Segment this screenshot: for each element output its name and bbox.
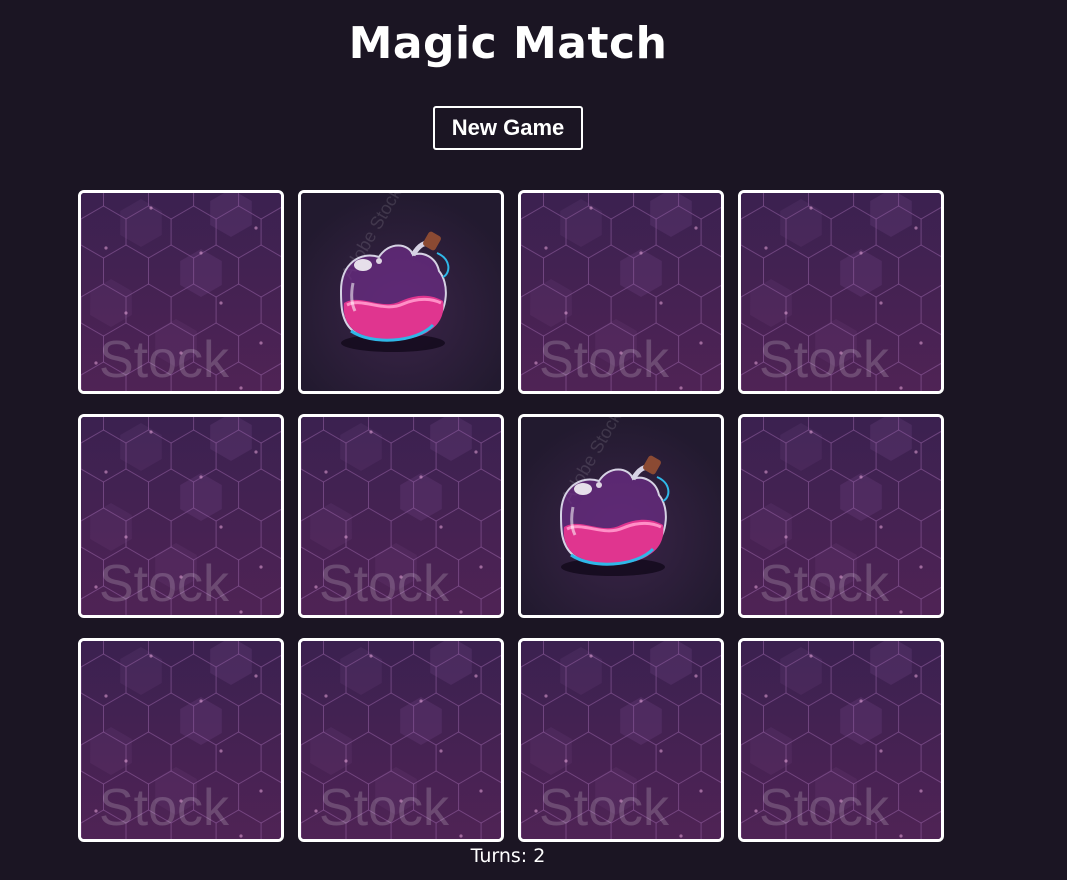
card-back-art: Stock xyxy=(81,193,281,391)
card-grid: Stock Adobe Stock Stock Stock Stock Stock Adob… xyxy=(78,190,944,842)
card-face-down[interactable]: Stock xyxy=(298,414,504,618)
card-face-down[interactable]: Stock xyxy=(738,638,944,842)
card-face-down[interactable]: Stock xyxy=(78,638,284,842)
new-game-button[interactable]: New Game xyxy=(433,106,583,150)
card-back-art: Stock xyxy=(741,417,941,615)
card-back-art: Stock xyxy=(521,193,721,391)
potion-card-art: Adobe Stock xyxy=(521,417,721,615)
turns-label: Turns: xyxy=(470,845,528,867)
card-face-down[interactable]: Stock xyxy=(298,638,504,842)
game-screen: Magic Match New Game Stock Adobe Stock Sto… xyxy=(0,0,1067,880)
watermark-text: Stock xyxy=(759,555,890,613)
card-back-art: Stock xyxy=(301,417,501,615)
watermark-text: Stock xyxy=(319,779,450,837)
watermark-text: Stock xyxy=(99,331,230,389)
turns-value: 2 xyxy=(533,845,546,867)
card-face-up-potion[interactable]: Adobe Stock xyxy=(518,414,724,618)
card-back-art: Stock xyxy=(741,193,941,391)
card-face-down[interactable]: Stock xyxy=(78,190,284,394)
watermark-text: Stock xyxy=(759,779,890,837)
card-face-down[interactable]: Stock xyxy=(518,190,724,394)
card-face-up-potion[interactable]: Adobe Stock xyxy=(298,190,504,394)
watermark-text: Stock xyxy=(539,331,670,389)
game-title: Magic Match xyxy=(348,18,668,69)
card-back-art: Stock xyxy=(741,641,941,839)
watermark-text: Stock xyxy=(539,779,670,837)
watermark-text: Stock xyxy=(99,555,230,613)
watermark-text: Stock xyxy=(759,331,890,389)
watermark-text: Stock xyxy=(319,555,450,613)
turns-counter: Turns: 2 xyxy=(0,845,1016,867)
card-face-down[interactable]: Stock xyxy=(738,414,944,618)
potion-card-art: Adobe Stock xyxy=(301,193,501,391)
card-back-art: Stock xyxy=(521,641,721,839)
card-face-down[interactable]: Stock xyxy=(78,414,284,618)
card-face-down[interactable]: Stock xyxy=(738,190,944,394)
card-back-art: Stock xyxy=(81,417,281,615)
card-face-down[interactable]: Stock xyxy=(518,638,724,842)
card-back-art: Stock xyxy=(81,641,281,839)
card-back-art: Stock xyxy=(301,641,501,839)
watermark-text: Stock xyxy=(99,779,230,837)
